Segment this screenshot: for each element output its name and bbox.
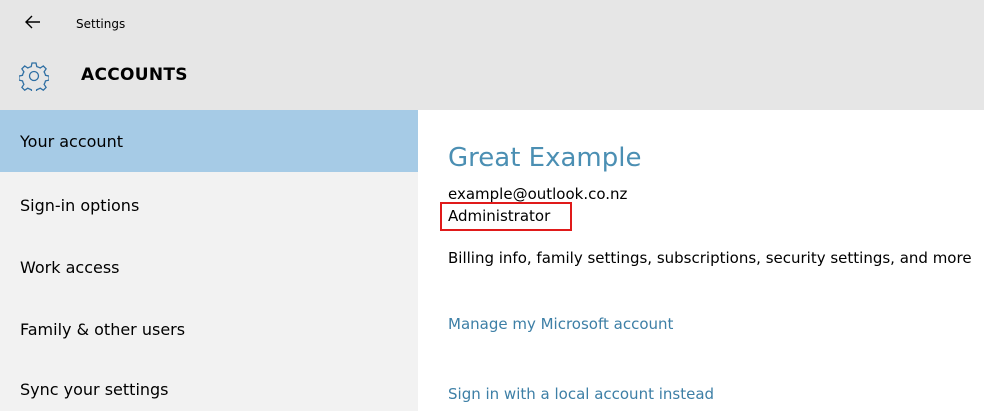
page-title: ACCOUNTS <box>81 65 188 85</box>
sidebar-item-sign-in-options[interactable]: Sign-in options <box>0 172 418 234</box>
sidebar-item-label: Work access <box>20 258 120 277</box>
section-heading: ACCOUNTS <box>0 55 984 101</box>
back-arrow-icon <box>25 15 40 29</box>
sidebar-item-work-access[interactable]: Work access <box>0 234 418 296</box>
sidebar-item-label: Sync your settings <box>20 380 169 399</box>
account-content: Great Example example@outlook.co.nz Admi… <box>418 110 984 411</box>
sidebar-item-label: Sign-in options <box>20 196 140 215</box>
sidebar-item-your-account[interactable]: Your account <box>0 110 418 172</box>
back-button[interactable] <box>18 10 48 34</box>
account-display-name: Great Example <box>448 143 642 173</box>
gear-icon <box>19 62 49 91</box>
manage-account-link[interactable]: Manage my Microsoft account <box>448 315 673 333</box>
local-account-link[interactable]: Sign in with a local account instead <box>448 385 714 403</box>
sidebar: Your account Sign-in options Work access… <box>0 110 418 411</box>
account-role: Administrator <box>448 207 551 225</box>
sidebar-item-label: Family & other users <box>20 320 186 339</box>
app-title: Settings <box>76 17 126 31</box>
title-bar: Settings <box>0 0 984 40</box>
sidebar-item-family-other-users[interactable]: Family & other users <box>0 296 418 358</box>
sidebar-item-label: Your account <box>20 132 123 151</box>
settings-header: Settings ACCOUNTS <box>0 0 984 110</box>
billing-description: Billing info, family settings, subscript… <box>448 249 972 267</box>
account-email: example@outlook.co.nz <box>448 185 628 203</box>
